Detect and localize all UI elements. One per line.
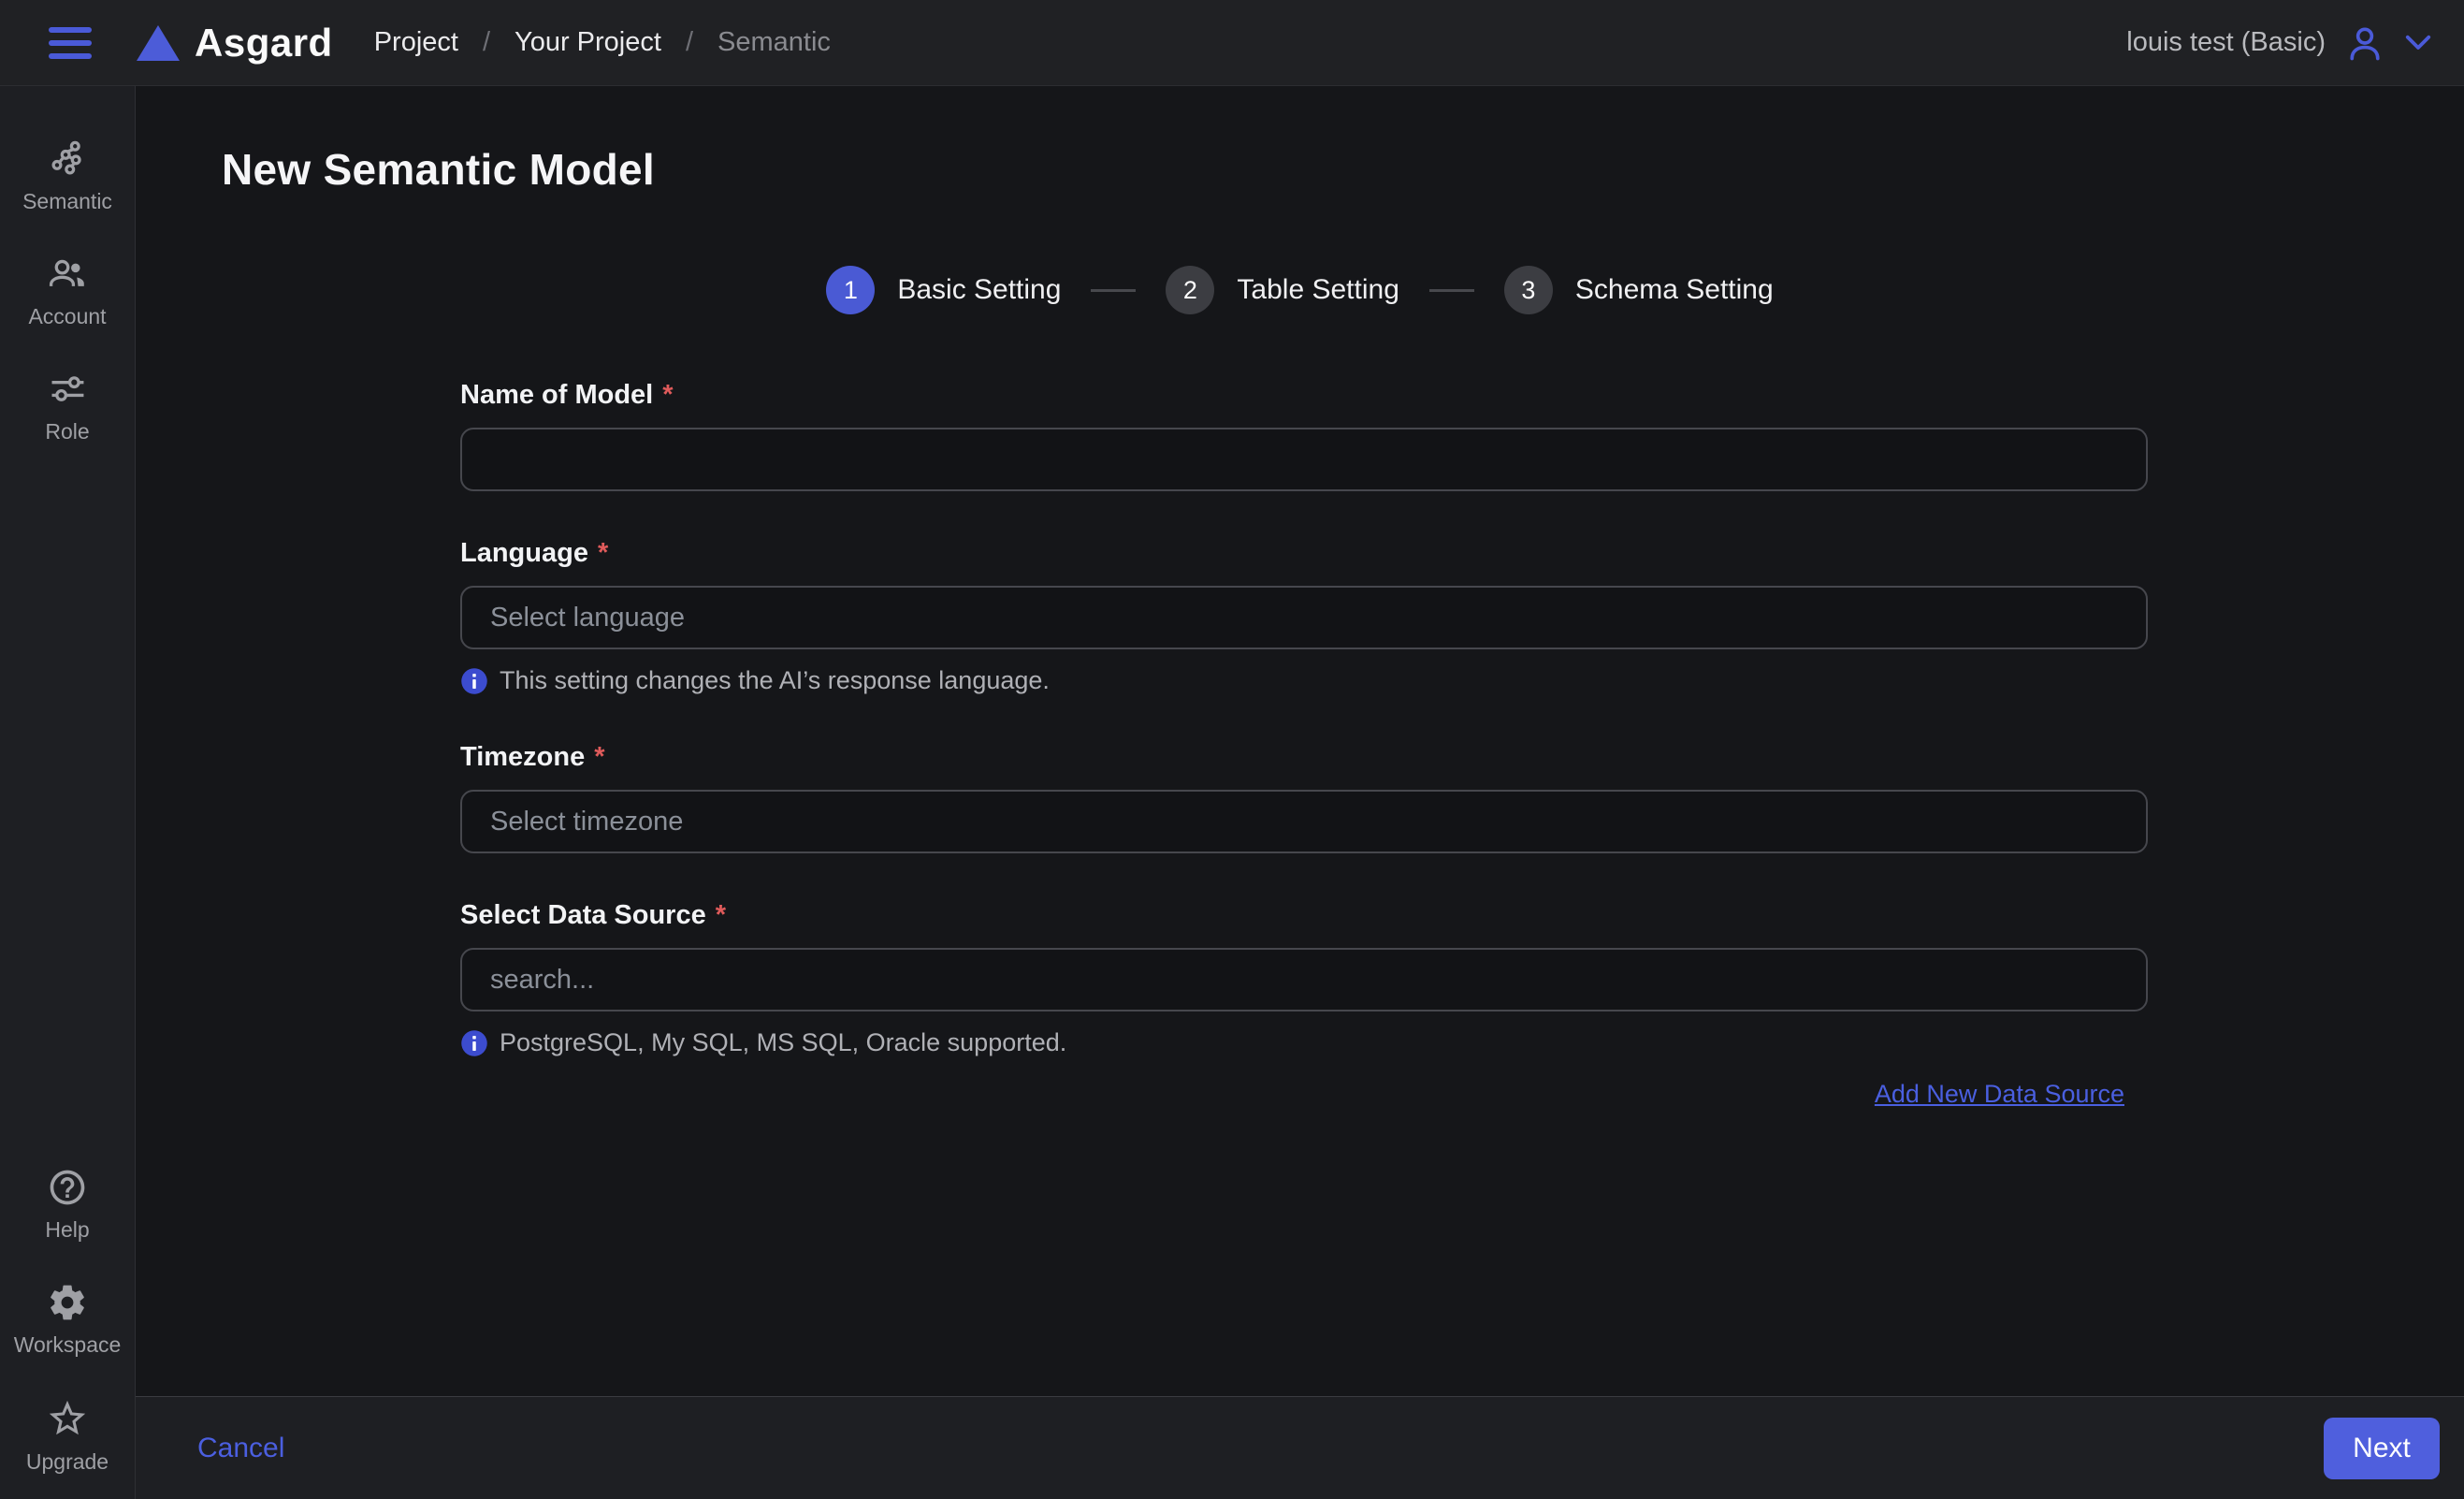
- wizard-stepper: 1 Basic Setting 2 Table Setting 3 Schema…: [136, 266, 2464, 314]
- step-connector: [1429, 289, 1474, 292]
- field-label: Timezone*: [460, 742, 2148, 773]
- language-hint: This setting changes the AI’s response l…: [460, 666, 2148, 695]
- data-source-search-input[interactable]: [460, 948, 2148, 1011]
- step-number: 2: [1166, 266, 1214, 314]
- user-menu[interactable]: louis test (Basic): [2126, 22, 2432, 64]
- sidebar-item-label: Workspace: [14, 1332, 122, 1358]
- sidebar-item-workspace[interactable]: Workspace: [14, 1282, 122, 1358]
- hint-text: PostgreSQL, My SQL, MS SQL, Oracle suppo…: [500, 1028, 1066, 1057]
- people-icon: [47, 254, 88, 295]
- user-name: louis test (Basic): [2126, 27, 2326, 58]
- triangle-logo-icon: [137, 25, 180, 61]
- gear-icon: [47, 1282, 88, 1323]
- info-icon: [460, 1029, 488, 1057]
- field-label: Name of Model*: [460, 380, 2148, 411]
- required-asterisk: *: [594, 742, 604, 772]
- data-source-hint: PostgreSQL, My SQL, MS SQL, Oracle suppo…: [460, 1028, 2148, 1057]
- sidebar-item-help[interactable]: Help: [45, 1167, 89, 1243]
- required-asterisk: *: [662, 380, 673, 410]
- field-data-source: Select Data Source* Postgr: [460, 900, 2148, 1057]
- add-new-data-source-link[interactable]: Add New Data Source: [1875, 1080, 2124, 1109]
- semantic-graph-icon: [47, 138, 88, 180]
- main-content: New Semantic Model 1 Basic Setting 2 Tab…: [136, 86, 2464, 1396]
- sidebar-item-semantic[interactable]: Semantic: [22, 138, 112, 214]
- sidebar-item-label: Semantic: [22, 189, 112, 214]
- page-title: New Semantic Model: [222, 144, 2464, 195]
- user-avatar-icon[interactable]: [2344, 22, 2385, 64]
- step-label: Table Setting: [1237, 274, 1399, 306]
- sidebar-item-role[interactable]: Role: [45, 369, 89, 444]
- breadcrumb-your-project[interactable]: Your Project: [515, 27, 661, 58]
- app-window: Asgard Project / Your Project / Semantic…: [0, 0, 2464, 1499]
- required-asterisk: *: [598, 538, 608, 568]
- step-label: Schema Setting: [1575, 274, 1774, 306]
- cancel-button[interactable]: Cancel: [197, 1433, 284, 1464]
- breadcrumb-separator: /: [686, 27, 693, 58]
- footer-action-bar: Cancel Next: [136, 1396, 2464, 1499]
- required-asterisk: *: [716, 900, 726, 930]
- logo-text: Asgard: [195, 21, 333, 65]
- breadcrumb-separator: /: [483, 27, 490, 58]
- field-label: Select Data Source*: [460, 900, 2148, 931]
- name-of-model-input[interactable]: [460, 428, 2148, 491]
- hamburger-menu-icon[interactable]: [49, 27, 92, 59]
- breadcrumb: Project / Your Project / Semantic: [374, 27, 831, 58]
- sidebar-item-label: Help: [45, 1217, 89, 1243]
- breadcrumb-semantic-current: Semantic: [717, 27, 831, 58]
- step-number: 1: [826, 266, 875, 314]
- hint-text: This setting changes the AI’s response l…: [500, 666, 1050, 695]
- step-connector: [1091, 289, 1136, 292]
- basic-setting-form: Name of Model* Language*: [460, 380, 2148, 1109]
- sidebar-item-label: Role: [45, 419, 89, 444]
- sidebar-item-label: Account: [28, 304, 106, 329]
- breadcrumb-project[interactable]: Project: [374, 27, 458, 58]
- field-label: Language*: [460, 538, 2148, 569]
- field-language: Language* This setting cha: [460, 538, 2148, 695]
- next-button[interactable]: Next: [2324, 1418, 2440, 1479]
- step-number: 3: [1504, 266, 1553, 314]
- sidebar-item-account[interactable]: Account: [28, 254, 106, 329]
- timezone-select-input[interactable]: [460, 790, 2148, 853]
- language-select-input[interactable]: [460, 586, 2148, 649]
- info-icon: [460, 667, 488, 695]
- top-navbar: Asgard Project / Your Project / Semantic…: [0, 0, 2464, 86]
- sliders-icon: [47, 369, 88, 410]
- star-icon: [46, 1397, 89, 1440]
- step-table-setting[interactable]: 2 Table Setting: [1166, 266, 1399, 314]
- help-icon: [47, 1167, 88, 1208]
- field-timezone: Timezone*: [460, 742, 2148, 853]
- app-logo[interactable]: Asgard: [137, 21, 333, 65]
- step-schema-setting[interactable]: 3 Schema Setting: [1504, 266, 1774, 314]
- sidebar-item-upgrade[interactable]: Upgrade: [26, 1397, 109, 1475]
- step-label: Basic Setting: [897, 274, 1061, 306]
- chevron-down-icon[interactable]: [2404, 34, 2432, 52]
- sidebar-item-label: Upgrade: [26, 1449, 109, 1475]
- field-name-of-model: Name of Model*: [460, 380, 2148, 491]
- step-basic-setting[interactable]: 1 Basic Setting: [826, 266, 1061, 314]
- sidebar: Semantic Account: [0, 86, 136, 1499]
